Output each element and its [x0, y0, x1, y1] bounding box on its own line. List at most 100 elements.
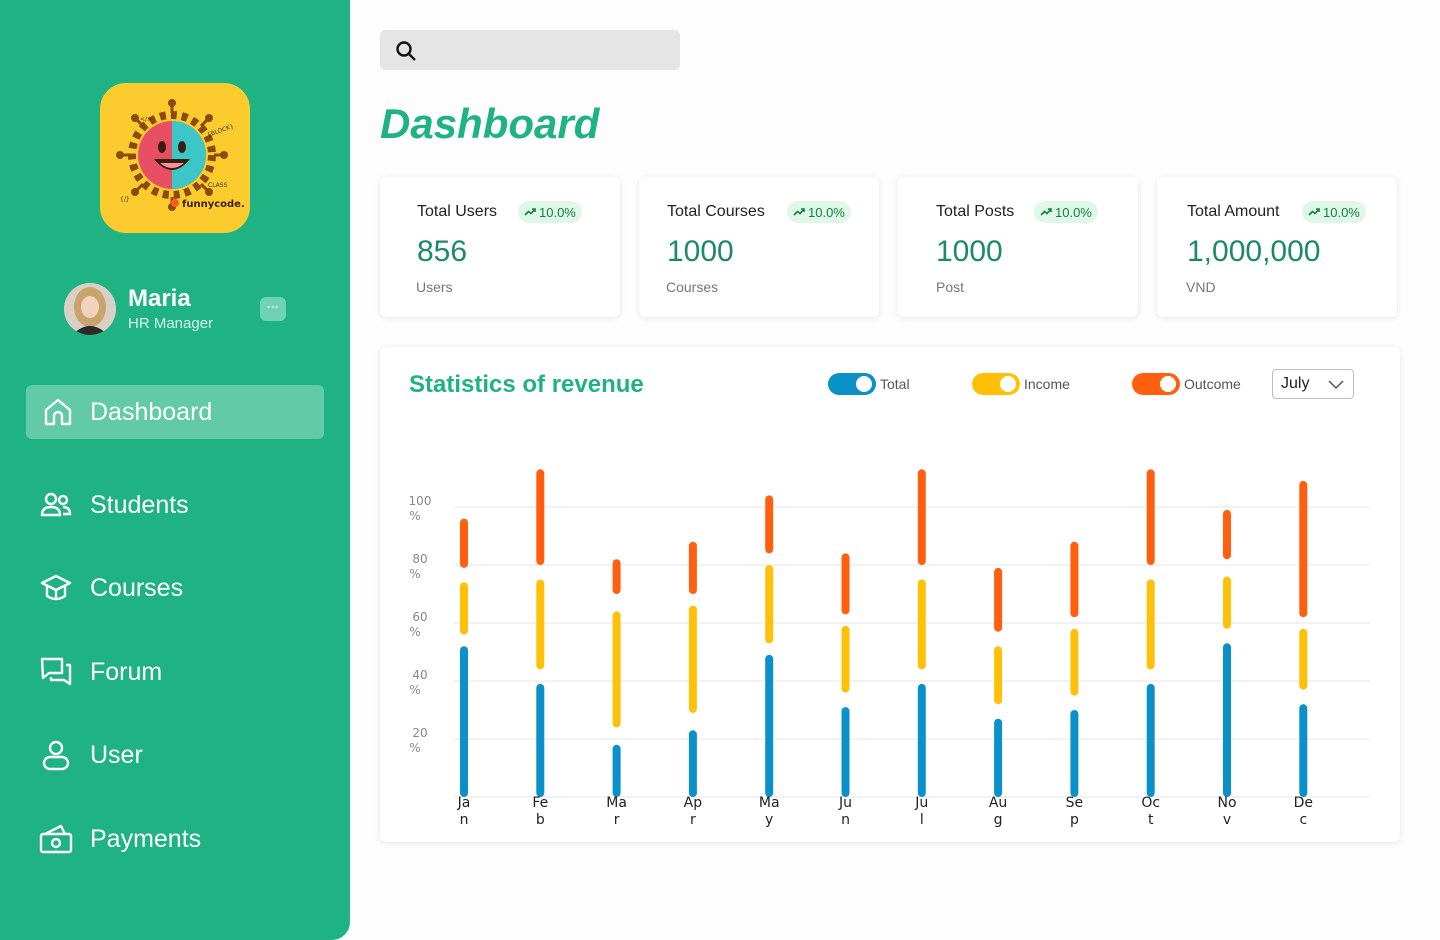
bar-total-oct[interactable]: [1146, 683, 1155, 797]
bar-outcome-jun[interactable]: [841, 553, 850, 615]
chat-icon: [38, 654, 74, 690]
bar-income-dec[interactable]: [1299, 628, 1308, 690]
trend-up-icon: [1308, 208, 1320, 216]
avatar-image: [64, 283, 116, 335]
bar-income-jan[interactable]: [460, 582, 468, 635]
sidebar-item-students[interactable]: Students: [26, 478, 324, 532]
stat-card-posts[interactable]: Total Posts 10.0% 1000 Post: [898, 177, 1138, 317]
brand-logo[interactable]: {BLOCK} CLASS </> {/} funnycode.: [100, 83, 250, 233]
bar-income-jul[interactable]: [917, 579, 926, 670]
bar-total-jul[interactable]: [917, 683, 926, 797]
x-tick-label-part: t: [1148, 812, 1154, 828]
graduation-cap-icon: [38, 570, 74, 606]
bar-outcome-jul[interactable]: [917, 469, 926, 565]
x-tick-label: Oc: [1141, 795, 1160, 811]
sidebar-item-label: Dashboard: [90, 397, 213, 426]
bar-income-may[interactable]: [765, 565, 774, 644]
month-select-value: July: [1281, 375, 1310, 392]
sidebar-item-payments[interactable]: Payments: [26, 812, 324, 866]
card-title: Total Courses: [667, 203, 765, 220]
y-tick-label: 40: [412, 668, 427, 682]
bar-outcome-dec[interactable]: [1299, 480, 1308, 618]
bar-total-may[interactable]: [765, 654, 774, 797]
bar-total-jun[interactable]: [841, 707, 850, 797]
sidebar-item-user[interactable]: User: [26, 728, 324, 782]
avatar[interactable]: [64, 283, 116, 335]
search-bar[interactable]: [380, 30, 680, 70]
bar-income-mar[interactable]: [612, 611, 621, 728]
card-value: 1000: [936, 235, 1003, 268]
legend-toggle-income[interactable]: Income: [972, 373, 1070, 395]
x-tick-label-part: r: [690, 812, 696, 828]
x-tick-label: Ap: [684, 795, 703, 811]
x-tick-label: Ja: [457, 795, 471, 811]
stat-card-amount[interactable]: Total Amount 10.0% 1,000,000 VND: [1157, 177, 1397, 317]
bar-total-apr[interactable]: [688, 730, 697, 797]
x-tick-label: Fe: [532, 795, 548, 811]
bar-outcome-aug[interactable]: [994, 567, 1003, 632]
bar-total-mar[interactable]: [612, 744, 621, 797]
bar-outcome-feb[interactable]: [536, 469, 545, 565]
bar-income-apr[interactable]: [688, 605, 697, 713]
home-icon: [40, 394, 76, 430]
bar-outcome-may[interactable]: [765, 495, 774, 554]
toggle-switch[interactable]: [828, 373, 876, 395]
page-title: Dashboard: [380, 100, 600, 147]
sidebar-item-forum[interactable]: Forum: [26, 645, 324, 699]
bar-total-aug[interactable]: [994, 718, 1003, 797]
legend-toggle-total[interactable]: Total: [828, 373, 910, 395]
stat-card-courses[interactable]: Total Courses 10.0% 1000 Courses: [639, 177, 879, 317]
bar-income-jun[interactable]: [841, 625, 850, 693]
bar-income-aug[interactable]: [994, 646, 1003, 705]
more-options-button[interactable]: ···: [260, 297, 286, 321]
panel-title: Statistics of revenue: [409, 371, 644, 398]
user-profile[interactable]: Maria HR Manager ···: [64, 283, 294, 335]
bar-income-sep[interactable]: [1070, 628, 1079, 696]
y-tick-label: 100: [409, 494, 432, 508]
growth-badge-text: 10.0%: [539, 204, 576, 220]
card-unit: Users: [416, 279, 453, 295]
y-tick-unit: %: [409, 567, 420, 581]
sidebar-item-label: Payments: [90, 824, 202, 853]
bar-income-feb[interactable]: [536, 579, 545, 670]
sidebar: {BLOCK} CLASS </> {/} funnycode. Maria H…: [0, 0, 350, 940]
bar-income-oct[interactable]: [1146, 579, 1155, 670]
bar-outcome-oct[interactable]: [1146, 469, 1155, 565]
y-tick-label: 80: [412, 552, 427, 566]
bar-outcome-nov[interactable]: [1223, 509, 1231, 560]
bar-outcome-apr[interactable]: [688, 541, 697, 594]
bar-outcome-jan[interactable]: [460, 518, 468, 568]
sidebar-item-courses[interactable]: Courses: [26, 561, 324, 615]
x-tick-label: De: [1294, 795, 1313, 811]
trend-up-icon: [793, 208, 805, 216]
bar-income-nov[interactable]: [1223, 576, 1231, 629]
trend-up-icon: [1040, 208, 1052, 216]
growth-badge-text: 10.0%: [808, 204, 845, 220]
growth-badge-text: 10.0%: [1055, 204, 1092, 220]
bar-outcome-sep[interactable]: [1070, 541, 1079, 618]
y-tick-unit: %: [409, 625, 420, 639]
trend-up-icon: [524, 208, 536, 216]
bar-total-dec[interactable]: [1299, 704, 1308, 797]
toggle-switch[interactable]: [1132, 373, 1180, 395]
bar-outcome-mar[interactable]: [612, 559, 621, 594]
growth-badge-text: 10.0%: [1323, 204, 1360, 220]
stat-card-users[interactable]: Total Users 10.0% 856 Users: [380, 177, 620, 317]
card-unit: VND: [1186, 279, 1216, 295]
y-tick-label: 20: [412, 726, 427, 740]
x-tick-label-part: p: [1070, 812, 1079, 828]
x-tick-label-part: c: [1299, 812, 1307, 828]
bar-total-nov[interactable]: [1223, 643, 1231, 797]
legend-toggle-outcome[interactable]: Outcome: [1132, 373, 1241, 395]
sidebar-item-dashboard[interactable]: Dashboard: [26, 385, 324, 439]
svg-text:funnycode.: funnycode.: [182, 199, 245, 210]
bar-total-feb[interactable]: [536, 683, 545, 797]
x-tick-label-part: v: [1223, 812, 1231, 828]
month-select[interactable]: July: [1272, 369, 1354, 399]
bar-total-sep[interactable]: [1070, 710, 1079, 797]
svg-text:{/}: {/}: [120, 196, 130, 203]
bar-total-jan[interactable]: [460, 646, 468, 797]
x-tick-label: Ju: [914, 795, 928, 811]
chevron-down-icon: [1327, 376, 1345, 397]
toggle-switch[interactable]: [972, 373, 1020, 395]
